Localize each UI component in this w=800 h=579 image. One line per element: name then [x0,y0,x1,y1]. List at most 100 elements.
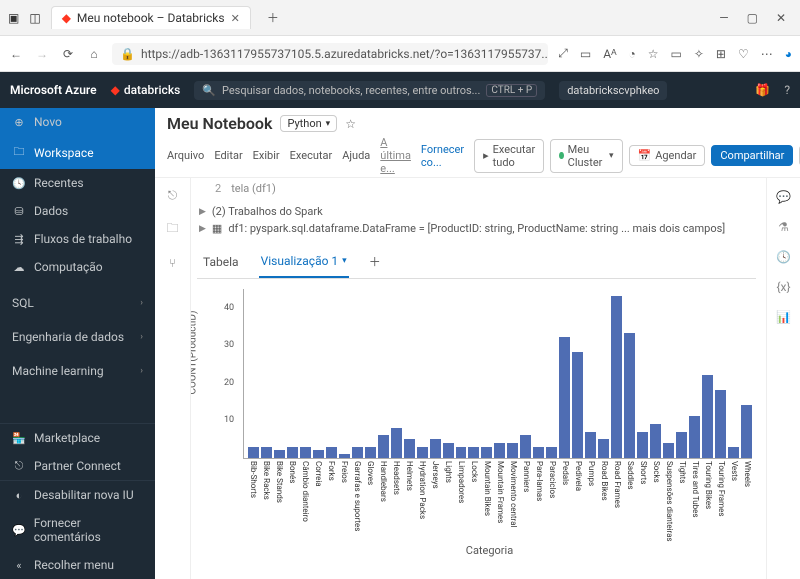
bar[interactable] [572,352,583,458]
bar[interactable] [507,443,518,458]
bar[interactable] [300,447,311,458]
maximize-icon[interactable]: ▢ [747,11,758,25]
tab-tabela[interactable]: Tabela [201,247,241,277]
sidebar-item-eng[interactable]: Engenharia de dados› [0,323,155,351]
bar[interactable] [611,296,622,458]
add-viz-button[interactable]: ＋ [367,245,383,278]
bar[interactable] [637,432,648,458]
refresh-icon[interactable]: ⟳ [60,47,76,61]
reader-icon[interactable]: ▭ [580,47,591,61]
bar[interactable] [456,447,467,458]
menu-exibir[interactable]: Exibir [253,149,280,162]
bar[interactable] [404,439,415,458]
sidebar-toggle-icon[interactable]: ◫ [29,11,40,25]
bar[interactable] [326,447,337,458]
bar[interactable] [313,450,324,458]
close-window-icon[interactable]: ✕ [776,11,786,25]
databricks-logo[interactable]: ◆ databricks [111,83,181,97]
comment-icon[interactable]: 💬 [776,190,791,204]
bar[interactable] [559,337,570,458]
menu-ajuda[interactable]: Ajuda [342,149,370,162]
run-all-button[interactable]: ▸Executar tudo [474,139,544,173]
bar[interactable] [391,428,402,458]
home-icon[interactable]: ⌂ [86,47,102,61]
variable-icon[interactable]: {x} [776,280,790,294]
cluster-indicator[interactable]: databrickscvphkeo [559,81,667,100]
workspace-icon[interactable]: ▣ [8,11,19,25]
bar[interactable] [702,375,713,458]
heart-icon[interactable]: ♡ [738,47,749,61]
minimize-icon[interactable]: — [719,11,728,25]
bar[interactable] [468,447,479,458]
help-icon[interactable]: ? [784,83,790,97]
text-size-icon[interactable]: Aᴬ [603,47,616,61]
add-fav-icon[interactable]: ✧ [694,47,704,61]
bar[interactable] [494,443,505,458]
bar[interactable] [287,447,298,458]
copilot-icon[interactable]: ◕ [785,47,792,61]
chart-icon[interactable]: 📊 [776,310,791,324]
url-input[interactable]: 🔒 https://adb-1363117955737105.5.azureda… [112,43,548,65]
bar[interactable] [481,447,492,458]
bar[interactable] [274,450,285,458]
notebook-title[interactable]: Meu Notebook [167,114,272,133]
sidebar-item-computacao[interactable]: ☁Computação [0,253,155,281]
bar[interactable] [339,454,350,458]
back-icon[interactable]: ← [8,47,24,61]
bar[interactable] [650,424,661,458]
sidebar-item-dados[interactable]: ⛁Dados [0,197,155,225]
spark-jobs-row[interactable]: ▶(2) Trabalhos do Spark [199,205,756,218]
bar[interactable] [352,447,363,458]
sidebar-item-feedback[interactable]: 💬Fornecer comentários [0,509,155,551]
bar[interactable] [365,447,376,458]
azure-label[interactable]: Microsoft Azure [10,83,97,97]
bar[interactable] [598,439,609,458]
tab-visualizacao[interactable]: Visualização 1▾ [259,246,349,278]
share-button[interactable]: Compartilhar [711,145,793,166]
bar[interactable] [417,447,428,458]
cluster-selector[interactable]: Meu Cluster▾ [550,139,622,173]
bar[interactable] [248,447,259,458]
more-icon[interactable]: ⋯ [761,47,773,61]
folder-icon[interactable]: 🗀 [166,219,178,240]
feedback-link[interactable]: Fornecer co... [421,143,464,169]
bar[interactable] [378,435,389,458]
menu-executar[interactable]: Executar [290,149,333,162]
sidebar-item-workspace[interactable]: 🗀Workspace [0,136,155,169]
sidebar-item-fluxos[interactable]: ⇶Fluxos de trabalho [0,225,155,253]
gift-icon[interactable]: 🎁 [755,83,770,97]
language-selector[interactable]: Python▾ [280,115,337,132]
sidebar-item-recentes[interactable]: 🕓Recentes [0,169,155,197]
extensions-icon[interactable]: ⊞ [716,47,726,61]
sidebar-item-desabilitar[interactable]: ◐Desabilitar nova IU [0,481,155,509]
new-tab-button[interactable]: ＋ [261,9,285,26]
browser-tab[interactable]: ◆ Meu notebook – Databricks ✕ [51,6,251,29]
bar[interactable] [546,447,557,458]
bar[interactable] [663,443,674,458]
bar[interactable] [624,333,635,458]
connect-icon[interactable]: ⎋ [168,188,178,203]
bar[interactable] [741,405,752,458]
bar[interactable] [430,439,441,458]
bar[interactable] [689,416,700,458]
sidebar-item-ml[interactable]: Machine learning› [0,357,155,385]
bar[interactable] [585,432,596,458]
read-aloud-icon[interactable]: ⤢ [558,46,568,61]
close-tab-icon[interactable]: ✕ [231,12,240,25]
sidebar-item-partner[interactable]: ⎋Partner Connect [0,452,155,480]
sidebar-item-novo[interactable]: ⊕Novo [0,108,155,136]
code-line[interactable]: 2tela (df1) [197,182,756,195]
sync-icon[interactable]: ◔ [629,47,636,61]
menu-editar[interactable]: Editar [214,149,242,162]
beaker-icon[interactable]: ⚗ [778,220,789,234]
bar[interactable] [533,447,544,458]
sidebar-item-marketplace[interactable]: 🏪Marketplace [0,424,155,452]
bar[interactable] [676,432,687,458]
history-icon[interactable]: 🕓 [776,250,791,264]
dataframe-info-row[interactable]: ▶▦df1: pyspark.sql.dataframe.DataFrame =… [199,222,756,235]
favorite-icon[interactable]: ☆ [648,47,659,61]
schedule-button[interactable]: 📅Agendar [629,145,706,166]
collections-icon[interactable]: ▭ [671,47,682,61]
sidebar-item-recolher[interactable]: «Recolher menu [0,551,155,579]
bar[interactable] [715,390,726,458]
